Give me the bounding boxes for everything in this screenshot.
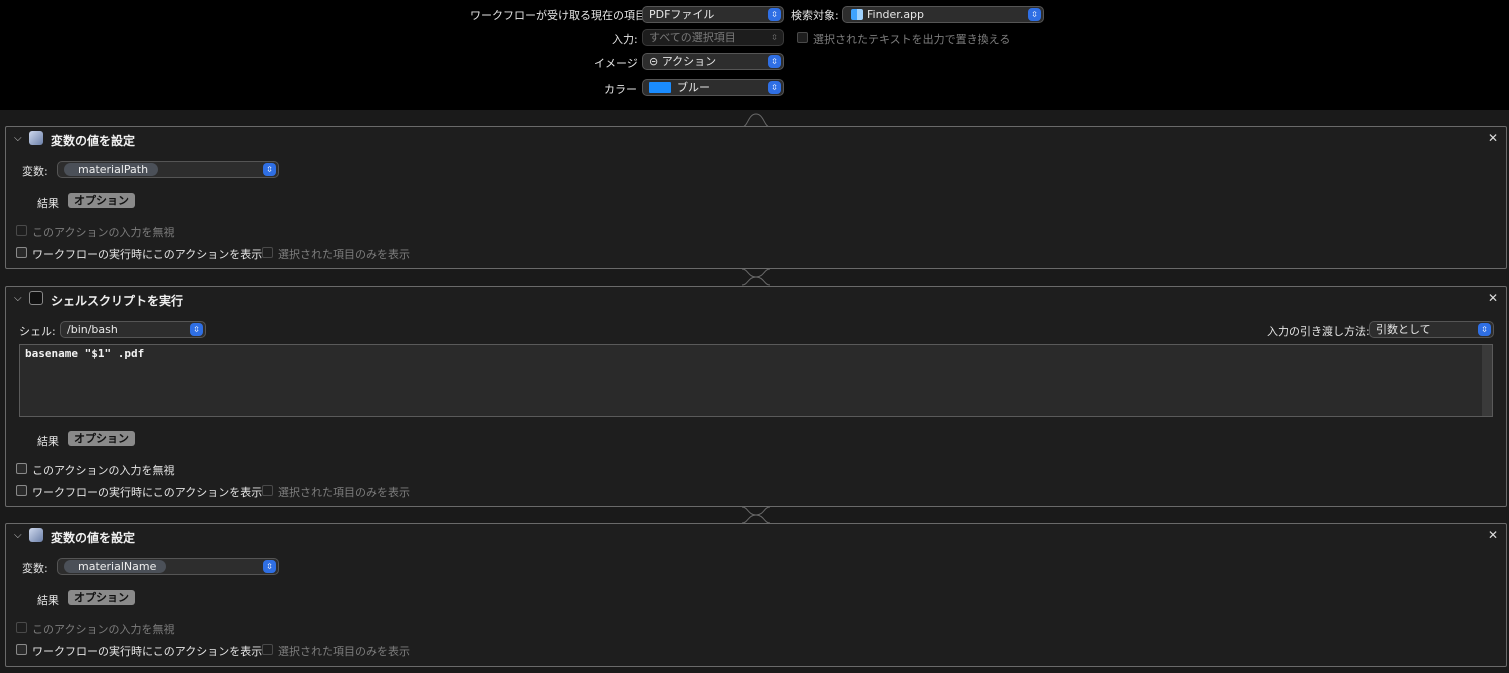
close-icon[interactable]: ✕ [1488, 528, 1498, 542]
variable-label: 変数: [22, 562, 48, 575]
popup-arrows-icon: ⇳ [263, 560, 276, 573]
finder-icon [851, 9, 863, 20]
shell-label: シェル: [19, 325, 56, 338]
image-label: イメージ [594, 57, 638, 70]
chevron-down-icon[interactable]: ⌵ [14, 530, 24, 541]
selected-only-label: 選択された項目のみを表示 [278, 248, 410, 261]
popup-arrows-icon: ⇳ [190, 323, 203, 336]
receives-type-popup[interactable]: PDFファイル ⇳ [642, 6, 784, 23]
close-icon[interactable]: ✕ [1488, 291, 1498, 305]
action-panel-set-variable-1: ⌵ 変数の値を設定 ✕ 変数: materialPath ⇳ 結果 オプション … [5, 126, 1507, 269]
variable-popup[interactable]: materialName ⇳ [57, 558, 279, 575]
receives-type-value: PDFファイル [649, 8, 715, 21]
shell-value: /bin/bash [67, 323, 118, 336]
scrollbar[interactable] [1482, 345, 1492, 416]
action-title: シェルスクリプトを実行 [51, 294, 184, 308]
search-target-label: 検索対象: [791, 9, 839, 22]
options-button[interactable]: オプション [68, 431, 135, 446]
popup-arrows-icon: ⇳ [263, 163, 276, 176]
terminal-icon [29, 291, 43, 305]
script-text: basename "$1" .pdf [25, 347, 145, 360]
color-swatch [649, 82, 671, 93]
show-action-checkbox[interactable] [16, 485, 27, 496]
image-popup[interactable]: ⊝ アクション ⇳ [642, 53, 784, 70]
ignore-input-label: このアクションの入力を無視 [32, 226, 175, 239]
show-action-checkbox[interactable] [16, 247, 27, 258]
popup-arrows-icon: ⇳ [1028, 8, 1041, 21]
connector-notch [742, 268, 770, 286]
variable-action-icon [29, 131, 43, 145]
selected-only-label: 選択された項目のみを表示 [278, 645, 410, 658]
input-popup[interactable]: すべての選択項目 ⇳ [642, 29, 784, 46]
variable-label: 変数: [22, 165, 48, 178]
popup-arrows-icon: ⇳ [771, 33, 778, 42]
color-popup[interactable]: ブルー ⇳ [642, 79, 784, 96]
popup-arrows-icon: ⇳ [768, 8, 781, 21]
search-target-value: Finder.app [867, 8, 925, 21]
action-panel-set-variable-2: ⌵ 変数の値を設定 ✕ 変数: materialName ⇳ 結果 オプション … [5, 523, 1507, 667]
pass-input-popup[interactable]: 引数として ⇳ [1369, 321, 1494, 338]
result-label: 結果 [37, 435, 59, 448]
color-value: ブルー [677, 81, 710, 94]
result-label: 結果 [37, 594, 59, 607]
input-value: すべての選択項目 [649, 31, 736, 44]
options-button[interactable]: オプション [68, 193, 135, 208]
options-button[interactable]: オプション [68, 590, 135, 605]
chevron-down-icon[interactable]: ⌵ [14, 293, 24, 304]
ignore-input-checkbox[interactable] [16, 622, 27, 633]
action-title: 変数の値を設定 [51, 134, 136, 148]
close-icon[interactable]: ✕ [1488, 131, 1498, 145]
pass-input-value: 引数として [1376, 323, 1431, 336]
show-action-label: ワークフローの実行時にこのアクションを表示 [32, 486, 263, 499]
script-editor[interactable]: basename "$1" .pdf [19, 344, 1493, 417]
receives-label: ワークフローが受け取る現在の項目: [470, 9, 650, 22]
variable-action-icon [29, 528, 43, 542]
shell-popup[interactable]: /bin/bash ⇳ [60, 321, 206, 338]
selected-only-label: 選択された項目のみを表示 [278, 486, 410, 499]
ignore-input-label: このアクションの入力を無視 [32, 623, 175, 636]
variable-popup[interactable]: materialPath ⇳ [57, 161, 279, 178]
variable-value: materialName [64, 560, 167, 573]
action-panel-run-shell-script: ⌵ シェルスクリプトを実行 ✕ シェル: /bin/bash ⇳ 入力の引き渡し… [5, 286, 1507, 507]
color-label: カラー [604, 83, 637, 96]
ignore-input-checkbox[interactable] [16, 463, 27, 474]
result-label: 結果 [37, 197, 59, 210]
selected-only-checkbox[interactable] [262, 247, 273, 258]
show-action-label: ワークフローの実行時にこのアクションを表示 [32, 248, 263, 261]
pass-input-label: 入力の引き渡し方法: [1267, 325, 1370, 338]
image-value: ⊝ アクション [649, 55, 717, 68]
variable-value: materialPath [64, 163, 159, 176]
popup-arrows-icon: ⇳ [1478, 323, 1491, 336]
popup-arrows-icon: ⇳ [768, 55, 781, 68]
connector-notch [742, 506, 770, 524]
selected-only-checkbox[interactable] [262, 485, 273, 496]
replace-text-label: 選択されたテキストを出力で置き換える [813, 33, 1011, 46]
popup-arrows-icon: ⇳ [768, 81, 781, 94]
search-target-popup[interactable]: Finder.app ⇳ [842, 6, 1044, 23]
action-title: 変数の値を設定 [51, 531, 136, 545]
chevron-down-icon[interactable]: ⌵ [14, 133, 24, 144]
ignore-input-label: このアクションの入力を無視 [32, 464, 175, 477]
input-label: 入力: [612, 33, 638, 46]
selected-only-checkbox[interactable] [262, 644, 273, 655]
show-action-checkbox[interactable] [16, 644, 27, 655]
ignore-input-checkbox[interactable] [16, 225, 27, 236]
show-action-label: ワークフローの実行時にこのアクションを表示 [32, 645, 263, 658]
replace-text-checkbox[interactable] [797, 32, 808, 43]
